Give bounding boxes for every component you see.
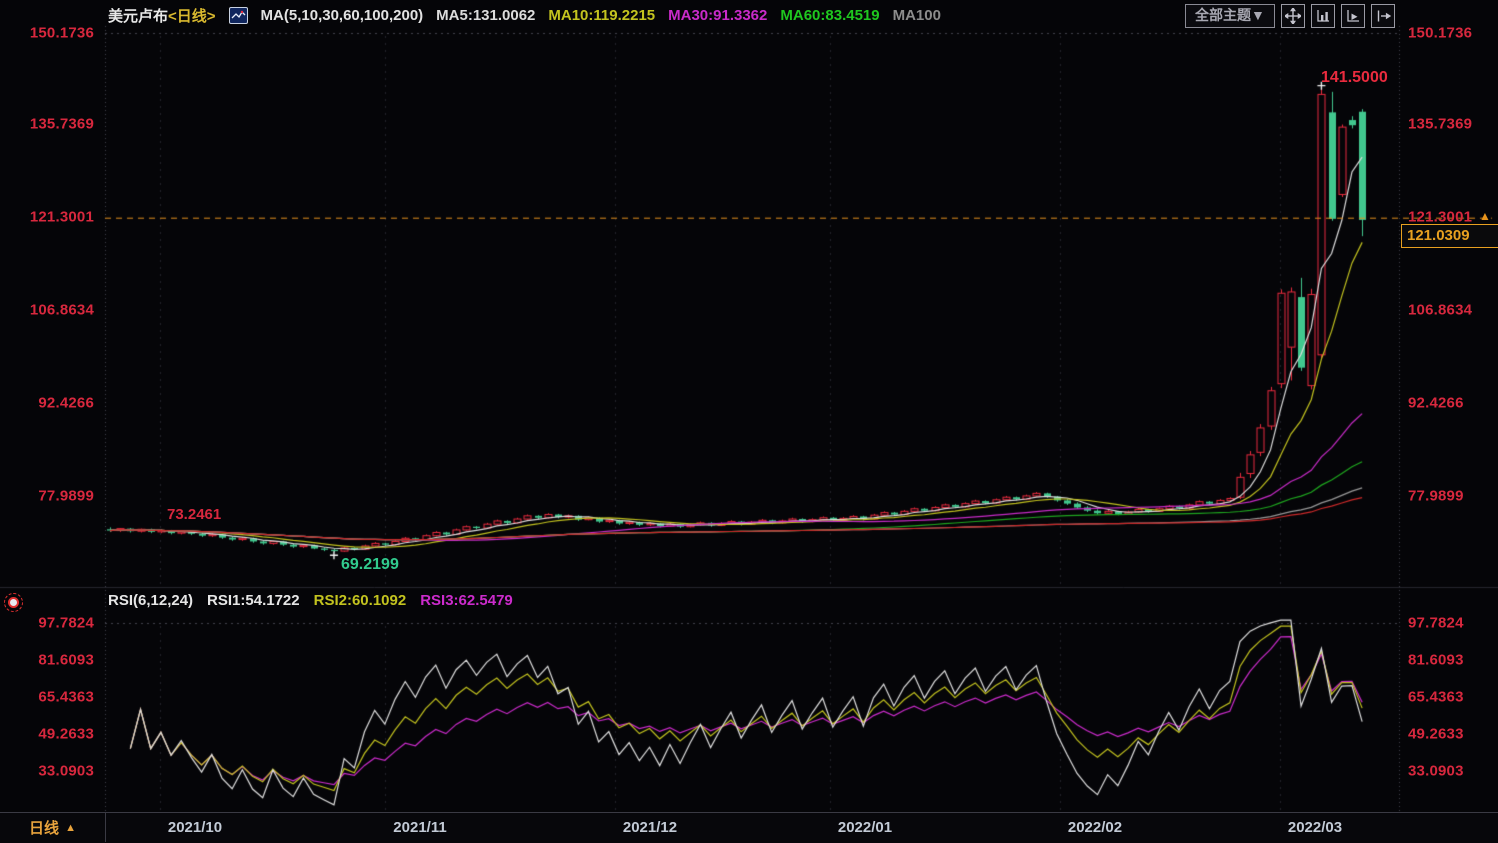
high-price-annotation: 141.5000 bbox=[1321, 69, 1388, 87]
rsi2-value: RSI2:60.1092 bbox=[314, 592, 407, 609]
chart-toolbar: 全部主题▼ bbox=[1185, 4, 1395, 28]
price-tick: 106.8634 bbox=[1408, 302, 1472, 319]
trading-app-window: { "header": { "symbol": "美元卢布", "period"… bbox=[0, 0, 1498, 842]
scale-axis-play-icon[interactable] bbox=[1341, 4, 1365, 28]
ma-group-label: MA(5,10,30,60,100,200) bbox=[261, 7, 424, 24]
rsi-tick: 81.6093 bbox=[1408, 652, 1464, 669]
rsi3-value: RSI3:62.5479 bbox=[420, 592, 513, 609]
rsi-tick: 81.6093 bbox=[38, 652, 94, 669]
indicator-alarm-icon[interactable] bbox=[4, 593, 23, 612]
rsi-tick: 49.2633 bbox=[38, 726, 94, 743]
price-tick: 92.4266 bbox=[38, 395, 94, 412]
symbol-name: 美元卢布 bbox=[108, 5, 168, 26]
date-label: 2021/12 bbox=[605, 819, 695, 836]
price-tick: 77.9899 bbox=[1408, 488, 1464, 505]
price-tick: 121.3001 bbox=[30, 209, 94, 226]
rsi-header: RSI(6,12,24) RSI1:54.1722 RSI2:60.1092 R… bbox=[108, 592, 513, 609]
rsi-tick: 49.2633 bbox=[1408, 726, 1464, 743]
price-tick: 121.3001 bbox=[1408, 209, 1472, 226]
rsi-tick: 97.7824 bbox=[38, 615, 94, 632]
ma100-label: MA100 bbox=[893, 7, 941, 24]
period-selector[interactable]: 日线 ▲ bbox=[0, 813, 106, 842]
ma30-value: MA30:91.3362 bbox=[668, 7, 767, 24]
ma5-value: MA5:131.0062 bbox=[436, 7, 535, 24]
chart-style-icon[interactable] bbox=[229, 7, 248, 24]
shift-right-icon[interactable] bbox=[1371, 4, 1395, 28]
price-tick: 92.4266 bbox=[1408, 395, 1464, 412]
rsi-title: RSI(6,12,24) bbox=[108, 592, 193, 609]
date-label: 2021/11 bbox=[375, 819, 465, 836]
period-tag: <日线> bbox=[168, 5, 216, 26]
scale-axis-candles-icon[interactable] bbox=[1311, 4, 1335, 28]
rsi-tick: 65.4363 bbox=[1408, 689, 1464, 706]
current-price-tag: 121.0309 bbox=[1401, 224, 1498, 248]
rsi-tick: 97.7824 bbox=[1408, 615, 1464, 632]
price-and-rsi-chart-canvas[interactable] bbox=[0, 0, 1498, 842]
date-label: 2022/02 bbox=[1050, 819, 1140, 836]
price-tick: 150.1736 bbox=[1408, 25, 1472, 42]
price-axis-left[interactable]: 150.1736 135.7369 121.3001 106.8634 92.4… bbox=[0, 0, 100, 812]
alert-up-arrow-icon: ▲ bbox=[1479, 209, 1491, 223]
rsi-tick: 33.0903 bbox=[38, 763, 94, 780]
period-up-arrow-icon: ▲ bbox=[65, 822, 76, 834]
date-label: 2022/03 bbox=[1270, 819, 1360, 836]
price-tick: 150.1736 bbox=[30, 25, 94, 42]
rsi-tick: 65.4363 bbox=[38, 689, 94, 706]
price-axis-right[interactable]: 150.1736 135.7369 121.3001 106.8634 92.4… bbox=[1404, 0, 1498, 812]
ma60-value: MA60:83.4519 bbox=[780, 7, 879, 24]
chart-header: 美元卢布<日线> MA(5,10,30,60,100,200) MA5:131.… bbox=[108, 5, 941, 26]
rsi1-value: RSI1:54.1722 bbox=[207, 592, 300, 609]
ma10-value: MA10:119.2215 bbox=[548, 7, 655, 24]
rsi-tick: 33.0903 bbox=[1408, 763, 1464, 780]
period-label: 日线 bbox=[29, 817, 59, 838]
date-label: 2021/10 bbox=[150, 819, 240, 836]
reference-price-annotation: 73.2461 bbox=[167, 506, 221, 523]
price-tick: 135.7369 bbox=[30, 116, 94, 133]
date-label: 2022/01 bbox=[820, 819, 910, 836]
price-tick: 77.9899 bbox=[38, 488, 94, 505]
low-price-annotation: 69.2199 bbox=[341, 556, 399, 574]
theme-dropdown-button[interactable]: 全部主题▼ bbox=[1185, 4, 1275, 28]
price-tick: 106.8634 bbox=[30, 302, 94, 319]
pan-move-icon[interactable] bbox=[1281, 4, 1305, 28]
price-tick: 135.7369 bbox=[1408, 116, 1472, 133]
